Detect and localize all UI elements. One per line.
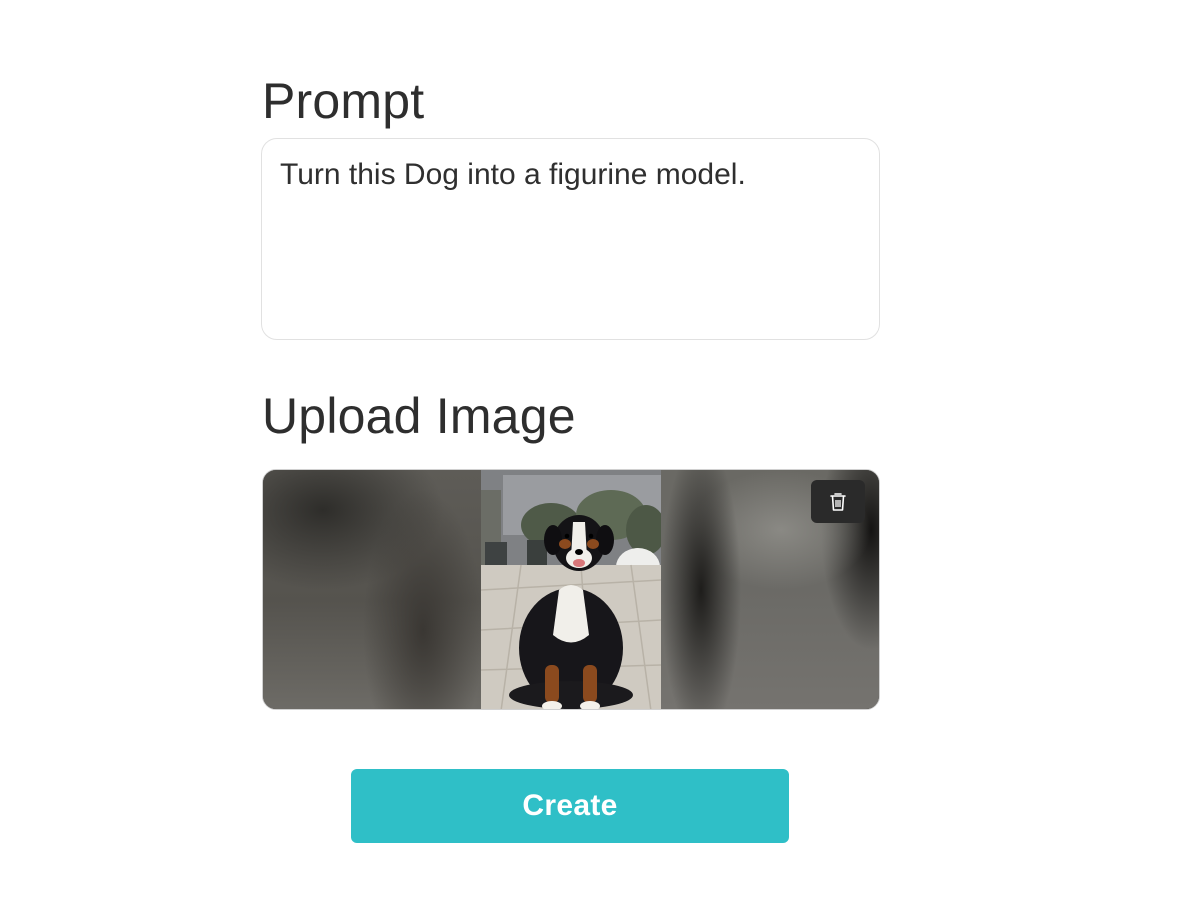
dog-photo <box>481 470 661 709</box>
delete-image-button[interactable] <box>811 480 865 523</box>
create-button[interactable]: Create <box>351 769 789 843</box>
dog-photo-illustration <box>481 470 661 709</box>
upload-image-heading: Upload Image <box>262 388 576 444</box>
trash-icon <box>830 492 846 511</box>
uploaded-image-preview[interactable] <box>262 469 880 710</box>
prompt-heading: Prompt <box>262 73 425 129</box>
image-blurred-background-left <box>263 470 481 709</box>
prompt-textarea[interactable] <box>261 138 880 340</box>
